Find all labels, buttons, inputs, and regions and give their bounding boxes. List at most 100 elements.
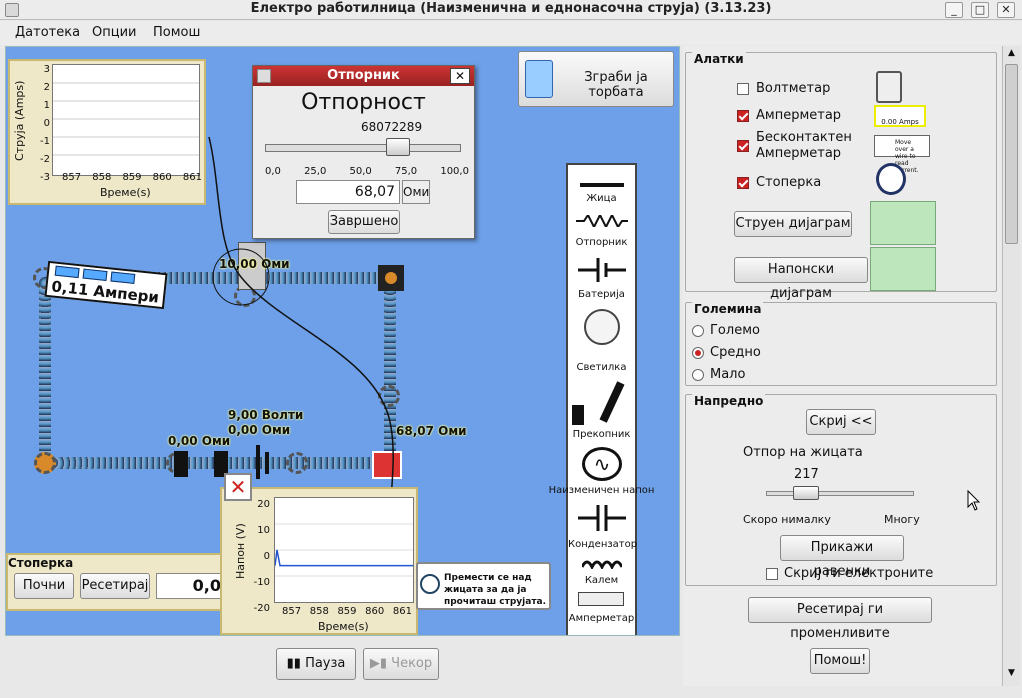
noncontact-checkbox[interactable] [737,140,749,152]
voltage-xtick: 857 [282,606,302,617]
current-chart-button[interactable]: Струен дијаграм [734,211,852,237]
toolbox-wire[interactable]: Жица [568,193,635,204]
voltage-ytick: 10 [257,525,270,536]
resistance-slider-track[interactable] [265,144,461,152]
tools-group: Алатки Волтметар Амперметар 0.00 Amps Бе… [685,52,997,301]
current-chart-plot [52,64,200,176]
close-window-button[interactable]: ✕ [997,2,1015,18]
hide-electrons-checkbox[interactable] [766,568,778,580]
dialog-title: Отпорник [253,66,474,86]
voltage-chart-close-button[interactable]: ✕ [224,473,252,501]
menu-help[interactable]: Помош [153,25,200,40]
resistance-value-input[interactable]: 68,07 [296,180,400,204]
sidebar-scrollbar[interactable]: ▲ ▼ [1002,46,1020,686]
current-ytick: -3 [40,172,50,183]
current-ytick: 1 [43,100,50,111]
wire-left[interactable] [39,277,51,463]
menu-bar: Датотека Опции Помош [0,21,1022,45]
grab-bag-label: Зграби ја торбата [584,70,648,100]
toolbox-ammeter[interactable]: Амперметар [568,613,635,624]
ammeter-toolbox-icon[interactable] [578,592,624,606]
current-xtick: 860 [152,172,172,183]
reset-all-button[interactable]: Ресетирај ги променливите [748,597,932,641]
maximize-button[interactable]: □ [971,2,989,18]
toolbox-inductor[interactable]: Калем [568,575,635,586]
battery-icon[interactable] [578,258,626,282]
size-small-radio[interactable] [692,369,704,381]
voltage-chart-button[interactable]: Напонски дијаграм [734,257,868,301]
voltage-chart-plot [274,497,414,603]
toolbox-battery[interactable]: Батерија [568,289,635,300]
junction[interactable] [34,452,56,474]
noncontact-ammeter-icon: Move over a wire to read current. [874,135,930,174]
resistance-sub-value: 68072289 [361,120,423,134]
scroll-thumb[interactable] [1005,64,1018,244]
dialog-close-button[interactable]: ✕ [450,68,470,84]
menu-file[interactable]: Датотека [15,25,80,40]
voltmeter-label: Волтметар [756,81,831,96]
done-button[interactable]: Завршено [328,210,400,234]
left-component[interactable] [174,451,188,477]
size-medium-radio[interactable] [692,347,704,359]
pause-button[interactable]: ▮▮ Пауза [276,648,356,680]
toolbox-resistor[interactable]: Отпорник [568,237,635,248]
noncontact-ammeter-tip[interactable]: Премести се над жицата за да ја прочиташ… [416,562,551,610]
menu-options[interactable]: Опции [92,25,136,40]
stopwatch-panel[interactable]: Стоперка Почни Ресетирај 0,0 [6,553,231,611]
voltage-xtick: 859 [337,606,357,617]
scroll-up-icon[interactable]: ▲ [1005,48,1018,60]
voltage-ytick: -10 [253,577,270,588]
wire-icon[interactable] [580,183,624,187]
capacitor-icon[interactable] [578,505,626,531]
switch-icon[interactable] [572,405,584,425]
minimize-button[interactable]: _ [945,2,963,18]
toolbox-capacitor[interactable]: Кондензатор [568,539,637,550]
toolbox-switch[interactable]: Прекопник [568,429,635,440]
ammeter-tool[interactable]: 0,11 Ампери [44,260,168,310]
voltmeter-checkbox[interactable] [737,83,749,95]
resistance-slider-thumb[interactable] [386,138,411,156]
current-chart-grid [53,82,199,156]
wire-min-label: Скоро нималку [743,513,831,526]
current-xtick: 858 [92,172,112,183]
mouse-cursor-icon [967,490,981,511]
toolbox-ac-source[interactable]: Наизменичен напон [544,485,659,496]
resistance-unit: Оми [402,180,430,204]
advanced-group: Напредно Скриј << Отпор на жицата 217 Ск… [685,394,997,586]
size-group: Големина Големо Средно Мало [685,302,997,386]
size-large-radio[interactable] [692,325,704,337]
pause-label: Пауза [305,656,346,671]
show-equations-button[interactable]: Прикажи равенки [780,535,904,579]
wire-resistance-thumb[interactable] [792,486,819,500]
title-bar: Електро работилница (Наизменична и еднон… [0,0,1022,20]
voltage-chart-xlabel: Време(s) [318,620,369,633]
ammeter-icon: 0.00 Amps [874,105,926,127]
grab-bag-button[interactable]: Зграби ја торбата [518,51,674,107]
toolbox-bulb[interactable]: Светилка [568,362,635,373]
wire-resistance-slider[interactable] [766,491,914,496]
ammeter-checkbox[interactable] [737,110,749,122]
hide-advanced-button[interactable]: Скриј << [806,409,876,435]
ac-source-icon[interactable]: ∿ [582,447,622,481]
current-ytick: 0 [43,118,50,129]
step-label: Чекор [391,656,433,671]
stopwatch-checkbox[interactable] [737,177,749,189]
control-sidebar: Алатки Волтметар Амперметар 0.00 Amps Бе… [683,46,1001,686]
voltage-chart-thumbnail [870,247,936,291]
slider-tick: 25,0 [304,166,327,177]
current-ytick: 3 [43,64,50,75]
resistor-icon[interactable] [576,215,628,227]
stopwatch-reset-button[interactable]: Ресетирај [80,573,150,599]
scroll-down-icon[interactable]: ▼ [1005,668,1018,680]
lightbulb-icon[interactable] [584,309,620,345]
stopwatch-start-button[interactable]: Почни [14,573,74,599]
resistor-dialog[interactable]: Отпорник ✕ Отпорност 68072289 0,0 25,0 5… [252,65,475,239]
component-toolbox[interactable]: Жица Отпорник Батерија Светилка Прекопни… [549,163,654,635]
step-button[interactable]: ▶▮ Чекор [363,648,439,680]
help-button[interactable]: Помош! [810,648,870,674]
java-app-icon [257,69,271,83]
inductor-icon[interactable] [582,557,622,569]
tools-legend: Алатки [692,52,746,66]
current-chart-panel[interactable]: 3 2 1 0 -1 -2 -3 Струја (Amps) 857 858 8… [8,59,206,205]
voltage-chart-panel[interactable]: ✕ 20 10 0 -10 -20 Напон (V) 857 858 859 … [220,473,418,635]
